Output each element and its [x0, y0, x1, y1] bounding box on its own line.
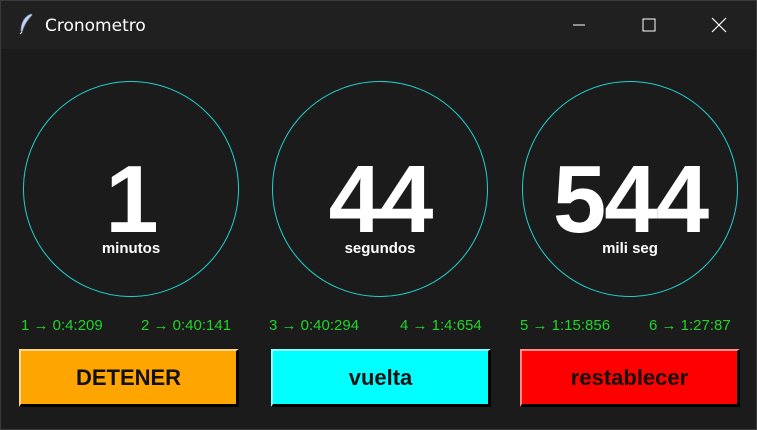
reset-button[interactable]: restablecer [520, 349, 740, 407]
close-button[interactable] [684, 1, 754, 49]
close-icon [711, 17, 727, 33]
lap-button[interactable]: vuelta [271, 349, 491, 407]
lap-item: 2 → 0:40:141 [141, 317, 232, 334]
seconds-label: segundos [344, 240, 416, 257]
minutes-value: 1 [105, 146, 158, 253]
app-window: Cronometro 1 minutos 44 segundos 544 mil… [0, 0, 757, 430]
milliseconds-value: 544 [552, 146, 709, 253]
lap-item: 5 → 1:15:856 [520, 317, 611, 334]
maximize-icon [642, 18, 656, 32]
minutes-dial: 1 minutos [23, 81, 239, 297]
minimize-icon [572, 18, 586, 32]
stopwatch-panel: 1 minutos 44 segundos 544 mili seg 1 → 0… [1, 49, 756, 429]
milliseconds-label: mili seg [602, 240, 658, 257]
title-bar[interactable]: Cronometro [1, 1, 756, 49]
lap-item: 1 → 0:4:209 [21, 317, 103, 334]
stop-button[interactable]: DETENER [19, 349, 239, 407]
minimize-button[interactable] [544, 1, 614, 49]
maximize-button[interactable] [614, 1, 684, 49]
window-title: Cronometro [45, 16, 146, 36]
lap-item: 3 → 0:40:294 [269, 317, 360, 334]
seconds-dial: 44 segundos [272, 81, 488, 297]
lap-item: 6 → 1:27:87 [649, 317, 731, 334]
minutes-label: minutos [101, 240, 161, 257]
feather-icon [18, 13, 34, 35]
seconds-value: 44 [328, 146, 434, 253]
milliseconds-dial: 544 mili seg [522, 81, 738, 297]
lap-item: 4 → 1:4:654 [400, 317, 482, 334]
